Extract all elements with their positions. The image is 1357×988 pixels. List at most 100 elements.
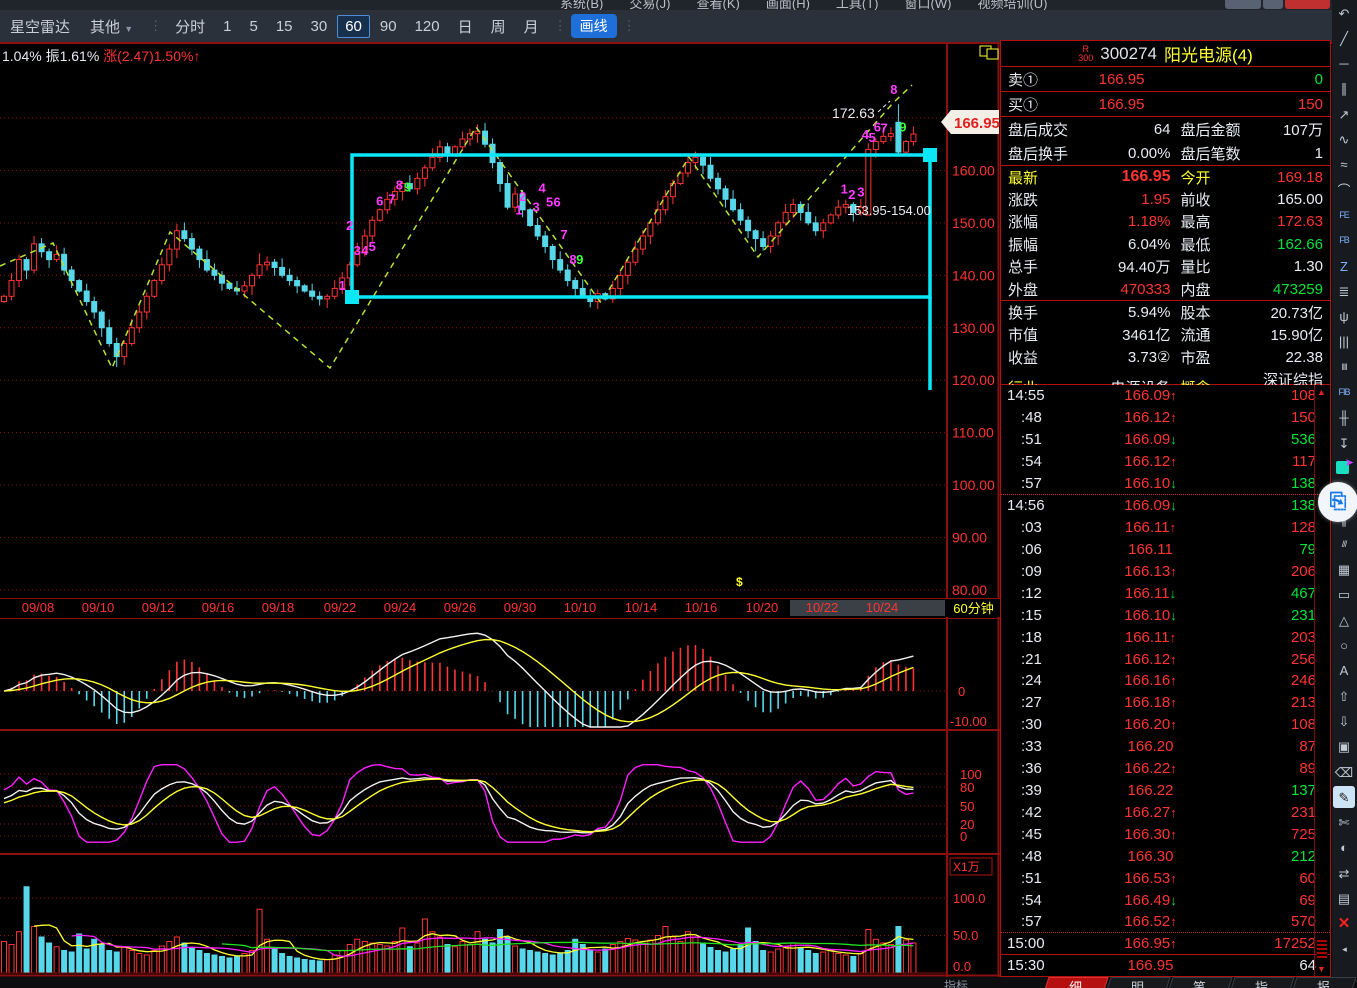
undo-icon[interactable]: ↶ [1333,2,1355,24]
period-button-分时[interactable]: 分时 [167,13,213,40]
candle [753,231,758,239]
horizontal-line-icon[interactable]: ─ [1333,53,1355,75]
arrow-down-icon[interactable]: ⇩ [1333,710,1355,732]
speed-lines-icon[interactable]: ‖‖ [1333,356,1355,378]
split-view-icon[interactable] [980,46,998,59]
candle [167,249,172,265]
brush-icon[interactable]: ✎ [1333,786,1355,808]
candle [716,178,721,188]
radar-button[interactable]: 星空雷达 [0,16,80,37]
pitchfork-icon[interactable]: ψ [1333,306,1355,328]
tick-row: :27166.18↑213 [1001,692,1330,714]
minimize-button[interactable] [1225,0,1261,9]
period-button-90[interactable]: 90 [372,15,405,38]
period-button-30[interactable]: 30 [303,15,336,38]
menu-item-3[interactable]: 画面(H) [766,0,810,10]
period-button-120[interactable]: 120 [407,15,448,38]
curve-icon[interactable]: ∿ [1333,129,1355,151]
fib-time-icon[interactable]: FIB [1333,382,1355,404]
gann-grid-icon[interactable]: ╫ [1333,407,1355,429]
quote-row-涨幅: 涨幅1.18%最高172.63 [1001,211,1330,233]
parallel-lines-icon[interactable]: ∥ [1333,78,1355,100]
tick-row: :51166.09↓536 [1001,429,1330,451]
text-label-icon[interactable]: A [1333,660,1355,682]
rectangle-icon[interactable]: ▭ [1333,584,1355,606]
scroll-down-icon[interactable]: ▼ [1317,964,1326,974]
fib-expansion-icon[interactable]: FE [1333,204,1355,226]
period-button-60[interactable]: 60 [337,15,370,38]
close-button[interactable] [1285,0,1330,9]
arrow-trend-icon[interactable]: ↗ [1333,103,1355,125]
maximize-button[interactable] [1263,0,1283,9]
candle [791,205,796,213]
period-button-5[interactable]: 5 [241,15,265,38]
candle [24,260,29,270]
menu-item-6[interactable]: 视频培训(U) [977,0,1047,10]
bottom-tab-指[interactable]: 指 [1229,977,1294,988]
arrow-up-icon[interactable]: ⇧ [1333,685,1355,707]
flip-icon[interactable]: ⇄ [1333,862,1355,884]
draw-line-button[interactable]: 画线 [571,14,617,38]
macd-pane[interactable]: 0-10.00 [0,617,1000,731]
drag-handle[interactable] [345,290,359,304]
menu-item-5[interactable]: 窗口(W) [905,0,952,10]
ruler-icon[interactable]: ▤ [1333,888,1355,910]
tick-row: :06166.1179 [1001,538,1330,560]
arc-icon[interactable]: ⌒ [1333,179,1355,201]
other-dropdown[interactable]: 其他 ▼ [80,16,143,37]
after-hours-row: 盘后成交64盘后金额107万 [1001,117,1330,141]
menu-item-2[interactable]: 查看(K) [697,0,740,10]
price-chart[interactable]: 170.00160.00150.00140.00130.00120.00110.… [0,44,1000,598]
tick-row: :57166.52↑570 [1001,911,1330,933]
rectangle-drawing[interactable] [345,148,937,390]
kdj-axis-label: 80 [960,780,974,795]
bottom-tab-明[interactable]: 明 [1105,977,1170,988]
delete-drawings-icon[interactable]: ✕ [1333,913,1355,935]
erase-icon[interactable]: ⌫ [1333,761,1355,783]
tick-row: :21166.12↑256 [1001,648,1330,670]
bottom-tab-细[interactable]: 细 [1043,977,1108,988]
candle [776,223,781,236]
ellipse-icon[interactable]: ○ [1333,635,1355,657]
range-label: 153.95-154.00 [847,203,931,218]
drop-arrow-icon[interactable]: ↧ [1333,432,1355,454]
y-axis-label: 160.00 [952,162,995,178]
menu-item-4[interactable]: 工具(T) [836,0,879,10]
candle [332,288,337,296]
menu-item-0[interactable]: 系统(B) [560,0,603,10]
regression-channel-icon[interactable]: /// [1333,533,1355,555]
drag-handle[interactable] [923,148,937,162]
speaker-icon[interactable]: ◂ [1333,938,1355,960]
period-button-月[interactable]: 月 [516,13,547,40]
channel-icon[interactable]: ≣ [1333,280,1355,302]
copy-icon[interactable]: ▣ [1333,736,1355,758]
triangle-icon[interactable]: △ [1333,609,1355,631]
fib-retracement-icon[interactable]: ||| [1333,331,1355,353]
line-segment-icon[interactable]: ╱ [1333,27,1355,49]
kdj-pane[interactable]: 1008050200 [0,731,1000,855]
period-button-15[interactable]: 15 [268,15,301,38]
quote-row-换手: 换手5.94%股本20.73亿 [1001,301,1330,323]
tick-row: :24166.16↑246 [1001,670,1330,692]
scissors-icon[interactable]: ✄ [1333,812,1355,834]
wave-icon[interactable]: ≈ [1333,154,1355,176]
tick-scrollbar[interactable]: ▲ ▼ [1314,385,1330,976]
z-pattern-icon[interactable]: Z [1333,255,1355,277]
scroll-thumb[interactable] [1317,940,1327,958]
palette-icon[interactable]: ◐ [1333,837,1355,859]
volume-pane[interactable]: X1万100.050.00.0 [0,855,1000,977]
candle [640,236,645,249]
period-button-周[interactable]: 周 [483,13,514,40]
share-icon[interactable]: ⎘ [1318,482,1357,522]
rect-draw-active-icon[interactable]: ➤ [1333,457,1355,479]
period-button-日[interactable]: 日 [450,13,481,40]
menu-item-1[interactable]: 交易(J) [629,0,670,10]
period-button-1[interactable]: 1 [215,15,239,38]
bottom-tab-笔[interactable]: 笔 [1167,977,1232,988]
x-axis-label: 09/18 [262,600,295,615]
scroll-up-icon[interactable]: ▲ [1317,387,1326,397]
candle [460,139,465,147]
fib-fan-icon[interactable]: FB [1333,230,1355,252]
bottom-tab-报[interactable]: 报 [1291,977,1356,988]
hatched-rect-icon[interactable]: ▦ [1333,559,1355,581]
